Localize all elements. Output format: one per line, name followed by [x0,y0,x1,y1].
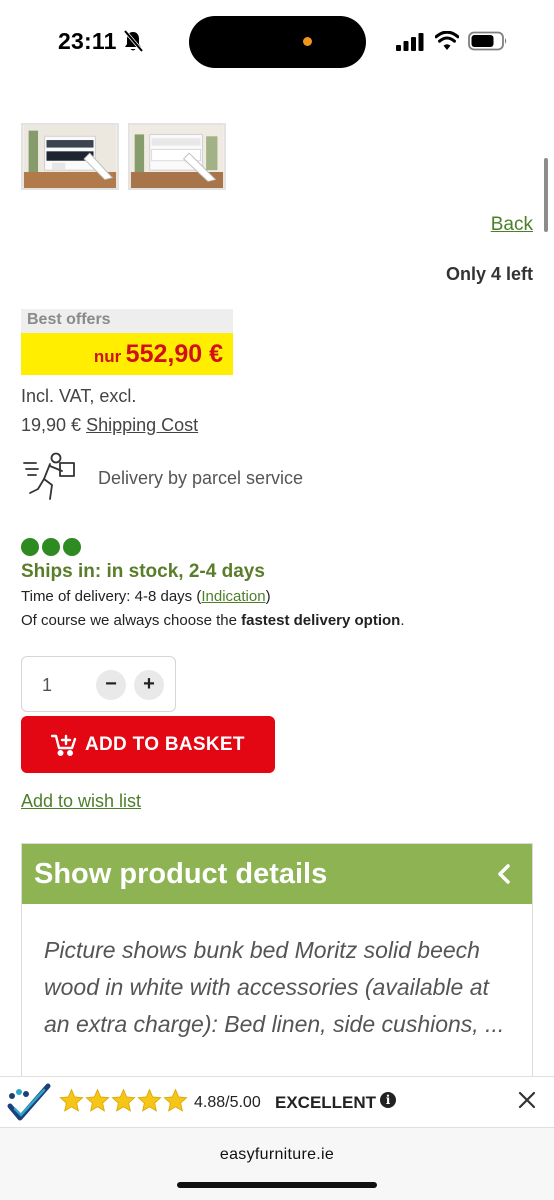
info-icon[interactable]: i [380,1092,396,1108]
best-offers-label: Best offers [21,309,233,333]
delivery-option-bold: fastest delivery option [241,612,401,629]
availability-indicator [21,538,81,556]
rating-score: 4.88/5.00 [194,1094,261,1111]
page-scrollbar[interactable] [544,158,548,232]
battery-icon [468,31,507,51]
star-icon [85,1088,110,1112]
add-to-basket-button[interactable]: ADD TO BASKET [21,716,275,773]
add-to-wish-list-link[interactable]: Add to wish list [21,791,141,812]
back-link[interactable]: Back [491,214,533,236]
delivery-option-prefix: Of course we always choose the [21,612,242,629]
delivery-time-text: Time of delivery: 4-8 days (Indication) [21,588,271,605]
product-details-toggle[interactable]: Show product details [22,844,532,904]
price-display: nur 552,90 € [21,333,233,375]
bunk-bed-photo-image [130,125,224,188]
recording-indicator-icon [303,37,312,46]
status-bar: 23:11 [0,0,554,86]
product-details-title: Show product details [34,857,328,890]
shipping-cost-link[interactable]: Shipping Cost [86,415,198,435]
delivery-method-text: Delivery by parcel service [98,468,304,488]
add-to-basket-label: ADD TO BASKET [85,733,245,755]
bell-slash-icon [123,30,143,52]
price-value: 552,90 € [125,340,223,368]
trust-badge-logo-icon [7,1083,51,1121]
delivery-time-suffix: ) [265,588,271,605]
product-thumbnail-2[interactable] [128,123,226,190]
status-time: 23:11 [58,28,117,54]
availability-dot [42,538,60,556]
vat-text: Incl. VAT, excl. [21,386,137,406]
delivery-time-prefix: Time of delivery: 4-8 days ( [21,588,202,605]
shipping-cost-line: 19,90 € Shipping Cost [21,415,198,436]
chevron-left-icon [498,864,510,884]
dynamic-island [189,16,366,68]
star-icon [59,1088,84,1112]
cellular-signal-icon [396,33,424,51]
bunk-bed-photo-image [23,125,117,188]
product-thumbnail-1[interactable] [21,123,119,190]
wifi-icon [435,31,459,50]
availability-dot [63,538,81,556]
rating-label: EXCELLENT [275,1093,377,1112]
ships-in-text: Ships in: in stock, 2-4 days [21,561,265,582]
url-text[interactable]: easyfurniture.ie [0,1146,554,1164]
availability-dot [21,538,39,556]
browser-address-bar[interactable]: easyfurniture.ie [0,1128,554,1200]
star-icon [111,1088,136,1112]
price-box: Best offers nur 552,90 € [21,309,233,375]
quantity-input[interactable]: 1 [42,675,52,696]
rating-stars [59,1088,188,1113]
increase-quantity-button[interactable]: + [134,670,164,700]
price-prefix: nur [93,347,122,366]
cart-add-icon [51,734,77,756]
delivery-option-text: Of course we always choose the fastest d… [21,612,405,629]
product-details-panel: Show product details Picture shows bunk … [21,843,533,1083]
stock-remaining-text: Only 4 left [445,264,533,284]
quantity-stepper: 1 − + [21,656,176,712]
trust-rating-bar[interactable]: 4.88/5.00 EXCELLENT i [0,1076,554,1128]
indication-link[interactable]: Indication [201,588,265,605]
star-icon [137,1088,162,1112]
delivery-option-suffix: . [400,612,405,629]
home-indicator[interactable] [177,1182,377,1188]
decrease-quantity-button[interactable]: − [96,670,126,700]
shipping-amount: 19,90 € [21,415,82,435]
product-description: Picture shows bunk bed Moritz solid beec… [44,937,505,1037]
parcel-courier-icon [23,452,75,500]
close-icon[interactable] [517,1090,537,1110]
star-icon [163,1088,188,1112]
